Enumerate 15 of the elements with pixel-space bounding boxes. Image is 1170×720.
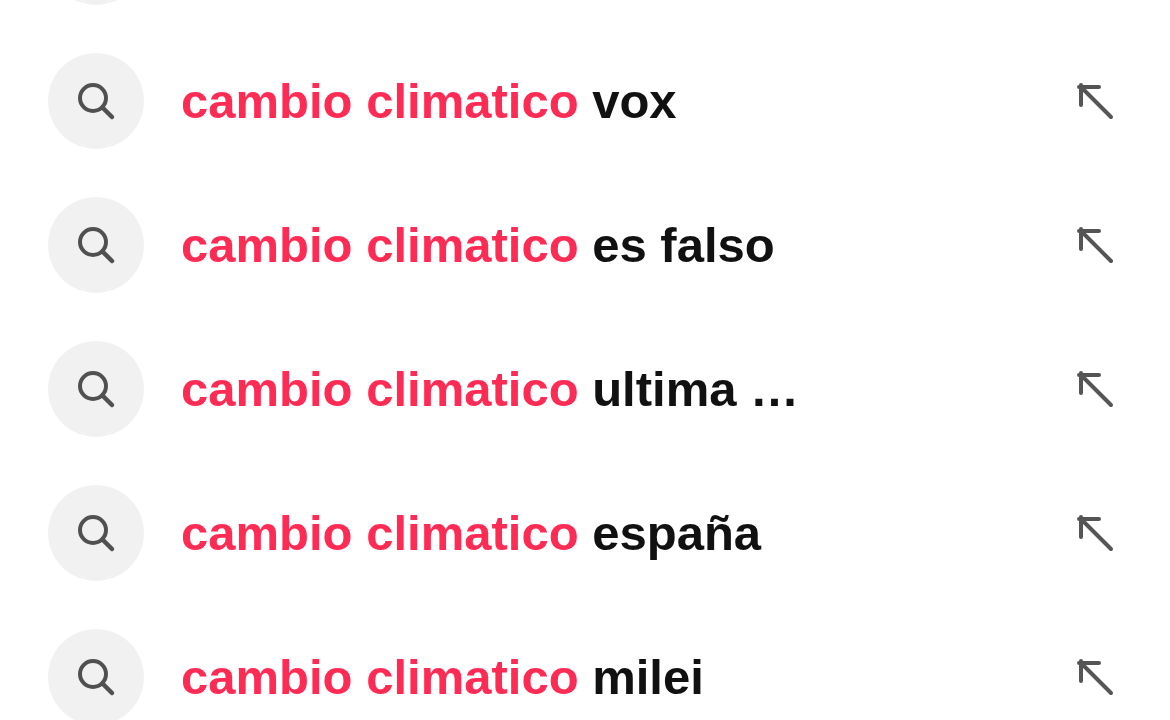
fill-in-arrow-icon[interactable] <box>1075 225 1115 265</box>
fill-in-arrow-icon[interactable] <box>1075 513 1115 553</box>
suggestion-item[interactable]: cambio climatico vox <box>0 29 1170 173</box>
fill-in-arrow-icon[interactable] <box>1075 81 1115 121</box>
suggestion-text: cambio climatico españa <box>181 505 763 561</box>
suggestion-item[interactable]: cambio climatico es falso <box>0 173 1170 317</box>
fill-in-arrow-icon[interactable] <box>1075 657 1115 697</box>
suggestion-item[interactable]: cambio climatico ultima … <box>0 317 1170 461</box>
suggestion-text: cambio climatico milei <box>181 649 705 705</box>
suggestion-text: cambio climatico ultima … <box>181 361 801 417</box>
suggestion-item[interactable]: cambio climatico milei <box>0 605 1170 720</box>
fill-in-arrow-icon[interactable] <box>1075 369 1115 409</box>
suggestion-text: cambio climatico es falso <box>181 217 776 273</box>
suggestion-text: cambio climatico vox <box>181 73 678 129</box>
suggestion-item[interactable]: cambio climatico españa <box>0 461 1170 605</box>
